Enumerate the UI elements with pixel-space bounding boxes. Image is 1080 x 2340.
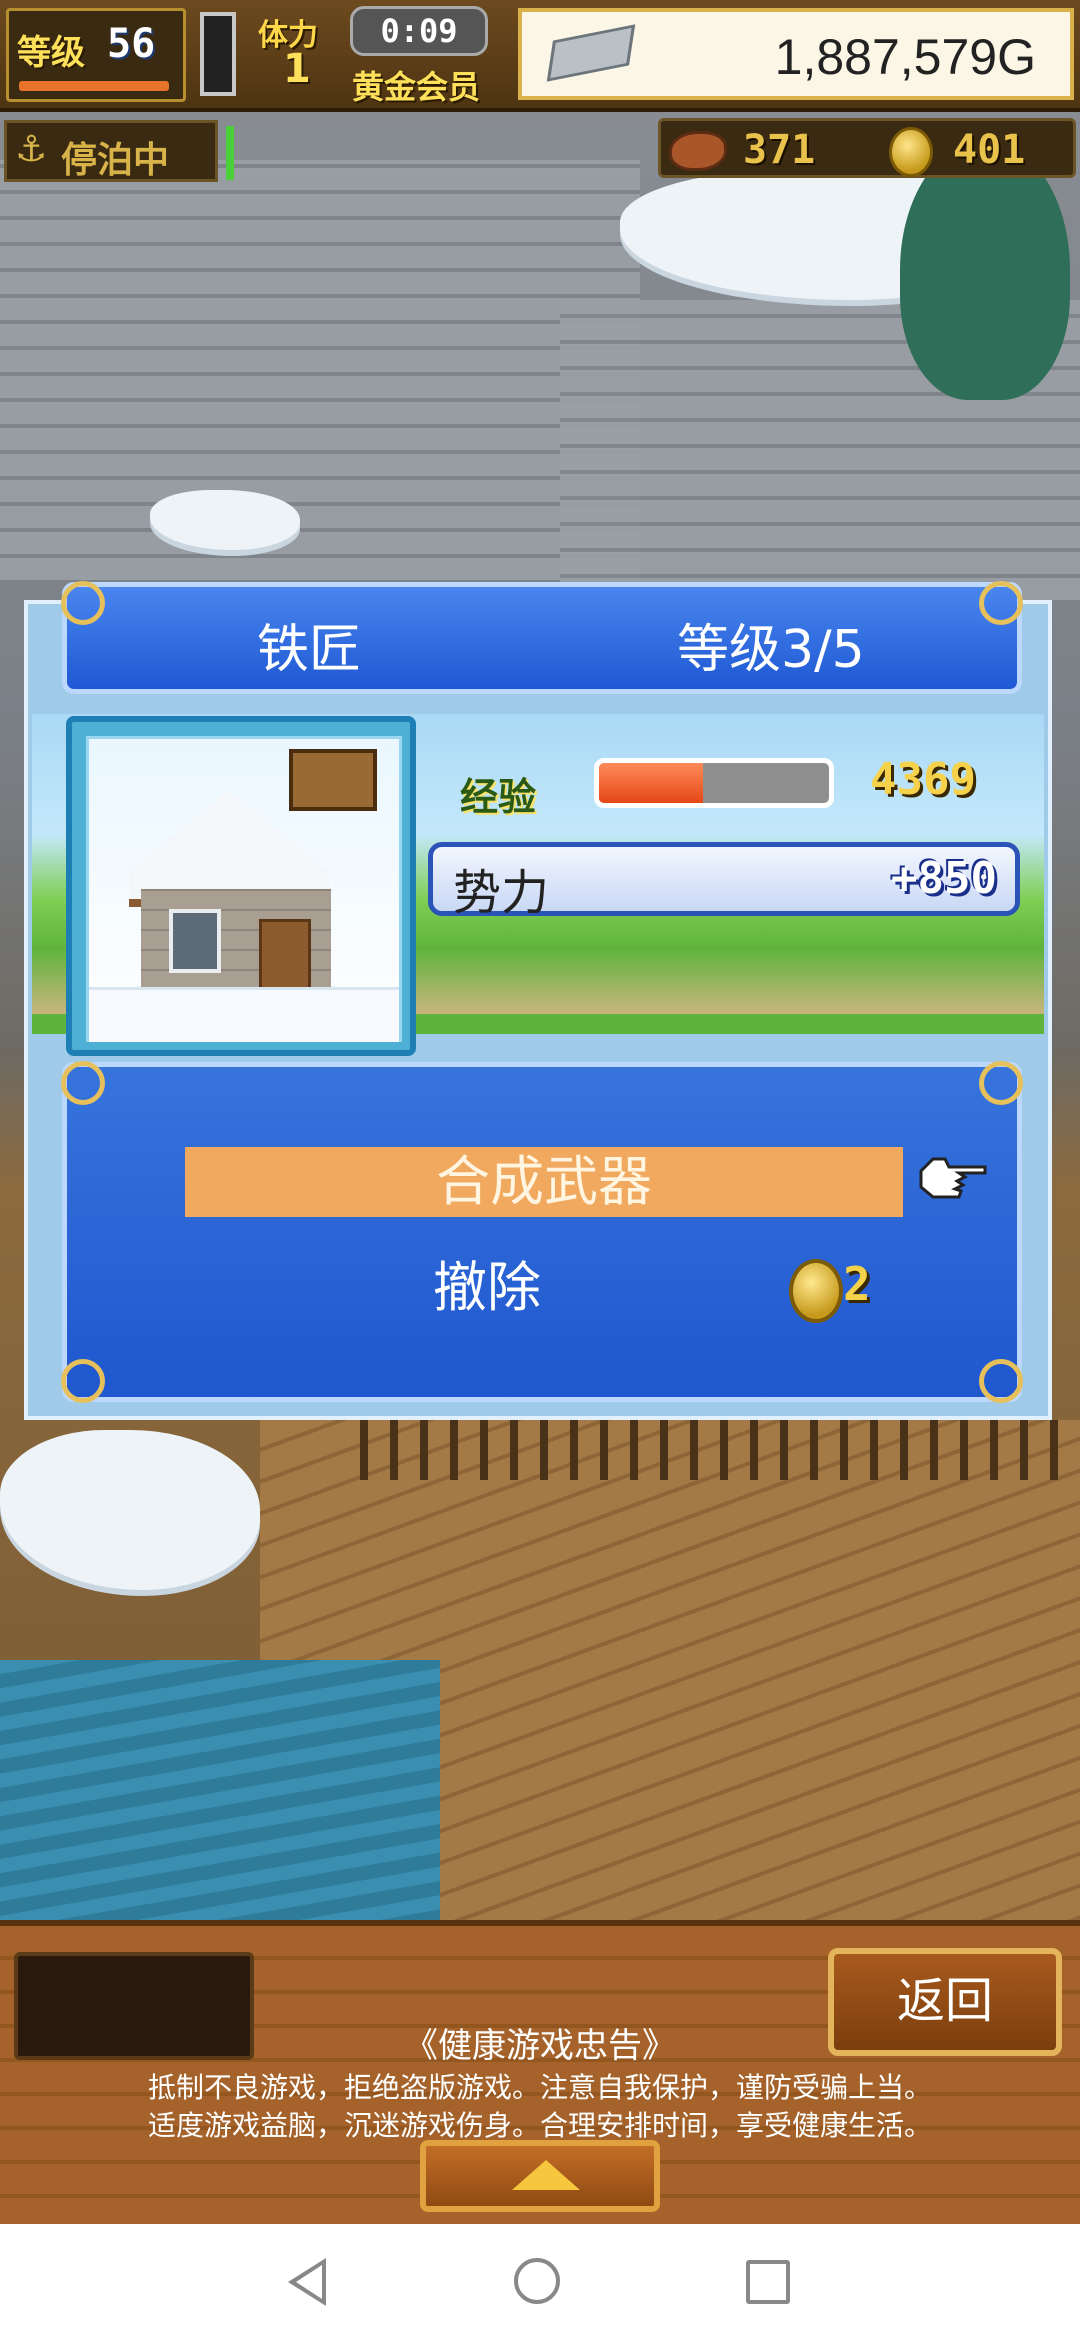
stamina-gauge	[200, 12, 236, 96]
pine-tree	[900, 140, 1070, 400]
silver-ingot-icon	[546, 24, 636, 82]
anchor-icon: ⚓	[15, 129, 48, 170]
exp-progress-fill	[599, 763, 703, 803]
corner-ornament-icon	[61, 1061, 105, 1105]
food-amount: 371	[743, 127, 816, 173]
corner-ornament-icon	[61, 581, 105, 625]
craft-weapon-button[interactable]: 合成武器	[185, 1147, 903, 1217]
power-label: 势力	[453, 865, 550, 921]
resource-display: 371 401	[658, 118, 1076, 178]
remove-cost-value: 2	[843, 1257, 871, 1311]
status-indicator	[226, 126, 234, 180]
level-label: 等级	[17, 33, 85, 73]
gold-amount: 1,887,579G	[774, 29, 1036, 85]
snow-dock	[0, 1430, 260, 1590]
nav-recent-apps-icon[interactable]	[746, 2260, 790, 2304]
level-progress-bar	[19, 81, 169, 91]
snow-ground	[89, 987, 399, 1042]
castle-wall	[0, 160, 640, 580]
barrel-icon	[289, 749, 377, 811]
blacksmith-house-image	[86, 736, 402, 1042]
food-meat-icon	[669, 131, 727, 171]
nav-back-icon[interactable]	[288, 2258, 326, 2306]
corner-ornament-icon	[61, 1359, 105, 1403]
stamina-value: 1	[283, 46, 311, 92]
building-level: 等级3/5	[677, 620, 865, 680]
docked-status-label: 停泊中	[61, 140, 170, 181]
up-arrow-icon	[512, 2160, 580, 2190]
power-value: +850	[891, 853, 997, 904]
player-level-box: 等级 56	[6, 8, 186, 102]
remove-building-button[interactable]: 撤除	[367, 1253, 607, 1323]
coin-amount: 401	[953, 127, 1026, 173]
exp-progress-bar	[594, 758, 834, 808]
ship-railing	[360, 1420, 1080, 1480]
health-notice-title: 《健康游戏忠告》	[404, 2026, 676, 2066]
action-menu: 合成武器 撤除 2	[61, 1061, 1023, 1403]
building-dialog: 铁匠 等级3/5 经验 4369 势力 +850 合成武器 撤除 2	[24, 581, 1052, 1420]
exp-label: 经验	[460, 775, 537, 819]
nav-home-icon[interactable]	[514, 2258, 560, 2304]
bottom-wood-bar: 返回 《健康游戏忠告》 抵制不良游戏，拒绝盗版游戏。注意自我保护，谨防受骗上当。…	[0, 1920, 1080, 2230]
corner-ornament-icon	[979, 581, 1023, 625]
vip-badge[interactable]: 黄金会员	[352, 62, 480, 108]
system-nav-bar	[0, 2224, 1080, 2340]
expand-menu-button[interactable]	[420, 2140, 660, 2212]
harbor-water	[0, 1660, 440, 1920]
gold-display[interactable]: 1,887,579G	[518, 8, 1074, 100]
corner-ornament-icon	[979, 1359, 1023, 1403]
pointing-hand-icon	[919, 1157, 987, 1199]
corner-ornament-icon	[979, 1061, 1023, 1105]
medal-coin-icon	[889, 127, 933, 177]
docked-status: ⚓ 停泊中	[4, 120, 218, 182]
medal-coin-icon	[789, 1259, 843, 1323]
timer-display: 0:09	[350, 6, 488, 56]
level-value: 56	[107, 21, 156, 67]
dialog-title-bar: 铁匠 等级3/5	[61, 581, 1023, 694]
building-name: 铁匠	[257, 620, 362, 680]
health-notice-line: 适度游戏益脑，沉迷游戏伤身。合理安排时间，享受健康生活。	[147, 2109, 932, 2142]
health-notice-line: 抵制不良游戏，拒绝盗版游戏。注意自我保护，谨防受骗上当。	[147, 2071, 932, 2104]
house-window	[169, 909, 221, 973]
top-hud: 等级 56 体力 1 0:09 黄金会员 1,887,579G	[0, 0, 1080, 112]
exp-value: 4369	[870, 754, 976, 805]
building-portrait	[66, 716, 416, 1056]
power-stat: 势力 +850	[428, 842, 1020, 921]
